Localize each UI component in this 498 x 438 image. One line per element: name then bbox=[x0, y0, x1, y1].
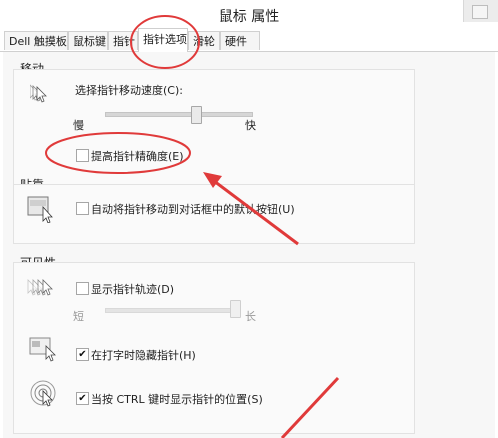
precision-label[interactable]: 提高指针精确度(E) bbox=[91, 148, 184, 164]
tab-pointer-options[interactable]: 指针选项 bbox=[138, 28, 188, 52]
speed-slider-thumb[interactable] bbox=[190, 106, 202, 124]
pointer-options-panel: 移动 选择指针移动速度(C): 慢 快 提高指针精确度(E) 贴靠 自动将指针移… bbox=[3, 52, 495, 438]
fast-label: 快 bbox=[245, 119, 256, 132]
snap-to-icon bbox=[27, 196, 53, 223]
long-label: 长 bbox=[245, 310, 256, 323]
tab-wheel[interactable]: 滑轮 bbox=[188, 31, 220, 50]
hide-typing-checkbox[interactable]: ✔ bbox=[76, 348, 89, 361]
ctrl-location-checkbox[interactable]: ✔ bbox=[76, 392, 89, 405]
trails-slider-track[interactable] bbox=[105, 308, 237, 313]
title-bar: 鼠标 属性 bbox=[0, 0, 498, 30]
speed-label: 选择指针移动速度(C): bbox=[75, 84, 183, 97]
close-button[interactable] bbox=[463, 0, 498, 22]
tab-dell-touchpad[interactable]: Dell 触摸板 bbox=[4, 31, 68, 50]
tab-pointers[interactable]: 指针 bbox=[108, 31, 138, 50]
window-title: 鼠标 属性 bbox=[218, 9, 280, 25]
slow-label: 慢 bbox=[73, 119, 84, 132]
visibility-group bbox=[13, 262, 415, 434]
hide-while-typing-icon bbox=[29, 337, 56, 362]
tab-bar: Dell 触摸板 鼠标键 指针 指针选项 滑轮 硬件 bbox=[0, 28, 498, 52]
pointer-trails-icon bbox=[27, 279, 53, 296]
pointer-speed-icon bbox=[30, 84, 47, 103]
ctrl-location-label[interactable]: 当按 CTRL 键时显示指针的位置(S) bbox=[91, 391, 263, 407]
snap-label[interactable]: 自动将指针移动到对话框中的默认按钮(U) bbox=[91, 201, 295, 217]
short-label: 短 bbox=[73, 310, 84, 323]
trails-label[interactable]: 显示指针轨迹(D) bbox=[91, 281, 174, 297]
precision-checkbox[interactable] bbox=[76, 149, 89, 162]
trails-checkbox[interactable] bbox=[76, 282, 89, 295]
trails-slider-thumb[interactable] bbox=[230, 300, 241, 318]
snap-checkbox[interactable] bbox=[76, 202, 89, 215]
tab-hardware[interactable]: 硬件 bbox=[220, 31, 260, 50]
show-location-icon bbox=[30, 380, 56, 407]
tab-buttons[interactable]: 鼠标键 bbox=[68, 31, 108, 50]
hide-typing-label[interactable]: 在打字时隐藏指针(H) bbox=[91, 347, 196, 363]
speed-slider-track[interactable] bbox=[105, 112, 253, 117]
